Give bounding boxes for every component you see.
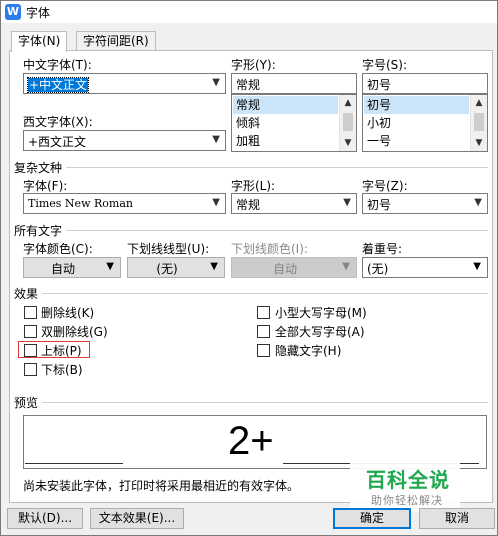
chinese-font-label: 中文字体(T): — [23, 58, 92, 72]
complex-size-combo[interactable]: 初号 ▼ — [362, 193, 488, 214]
font-color-label: 字体颜色(C): — [23, 242, 93, 256]
subscript-label[interactable]: 下标(B) — [41, 361, 83, 378]
emphasis-mark-value: (无) — [367, 262, 389, 276]
dialog-title: 字体 — [26, 6, 51, 20]
dropdown-arrow-icon[interactable]: ▼ — [212, 134, 220, 145]
underline-type-dropdown[interactable]: (无) ▼ — [127, 257, 225, 278]
font-color-dropdown[interactable]: 自动 ▼ — [23, 257, 121, 278]
style-option[interactable]: 常规 — [233, 96, 338, 114]
dropdown-arrow-icon: ▼ — [342, 261, 350, 272]
double-strikethrough-checkbox[interactable] — [24, 325, 37, 338]
size-option[interactable]: 小初 — [364, 114, 391, 132]
font-dialog: W 字体 字体(N) 字符间距(R) 中文字体(T): +中文正文 ▼ 字形(Y… — [0, 0, 498, 536]
complex-font-combo[interactable]: Times New Roman ▼ — [23, 193, 226, 214]
superscript-label[interactable]: 上标(P) — [41, 342, 82, 359]
scroll-down-icon[interactable]: ▼ — [340, 135, 356, 151]
separator — [14, 230, 488, 231]
all-caps-checkbox[interactable] — [257, 325, 270, 338]
tab-font[interactable]: 字体(N) — [11, 31, 68, 52]
effects-section-title: 效果 — [14, 285, 43, 302]
watermark-brand: 百科全说 — [366, 468, 450, 492]
dropdown-arrow-icon[interactable]: ▼ — [106, 261, 114, 272]
size-option[interactable]: 初号 — [364, 96, 469, 114]
all-caps-label[interactable]: 全部大写字母(A) — [275, 323, 365, 340]
dropdown-arrow-icon[interactable]: ▼ — [473, 261, 481, 272]
title-bar: W 字体 — [1, 1, 497, 23]
small-caps-label[interactable]: 小型大写字母(M) — [275, 304, 367, 321]
size-option[interactable]: 一号 — [364, 132, 391, 150]
western-font-combo[interactable]: +西文正文 ▼ — [23, 130, 226, 151]
style-option[interactable]: 加粗 — [233, 132, 260, 150]
size-scrollbar[interactable]: ▲ ▼ — [470, 95, 487, 151]
separator — [14, 293, 488, 294]
dropdown-arrow-icon[interactable]: ▼ — [343, 197, 351, 208]
complex-font-value: Times New Roman — [28, 197, 133, 210]
complex-size-label: 字号(Z): — [362, 179, 408, 193]
scroll-up-icon[interactable]: ▲ — [340, 95, 356, 111]
double-strikethrough-label[interactable]: 双删除线(G) — [41, 323, 108, 340]
style-scrollbar[interactable]: ▲ ▼ — [339, 95, 356, 151]
default-button[interactable]: 默认(D)... — [7, 508, 83, 529]
western-font-label: 西文字体(X): — [23, 115, 93, 129]
scroll-thumb[interactable] — [343, 113, 353, 131]
complex-font-label: 字体(F): — [23, 179, 68, 193]
underline-color-dropdown: 自动 ▼ — [231, 257, 357, 278]
word-app-icon: W — [5, 4, 21, 20]
hidden-text-label[interactable]: 隐藏文字(H) — [275, 342, 341, 359]
preview-section-title: 预览 — [14, 394, 43, 411]
subscript-checkbox[interactable] — [24, 363, 37, 376]
font-not-installed-note: 尚未安装此字体，打印时将采用最相近的有效字体。 — [23, 479, 300, 493]
watermark: 百科全说 助你轻松解决 — [350, 460, 460, 512]
scroll-down-icon[interactable]: ▼ — [471, 135, 487, 151]
emphasis-mark-dropdown[interactable]: (无) ▼ — [362, 257, 488, 278]
complex-script-section-title: 复杂文种 — [14, 159, 67, 176]
all-text-section-title: 所有文字 — [14, 222, 67, 239]
size-listbox[interactable]: 初号 小初 一号 ▲ ▼ — [362, 94, 488, 152]
dropdown-arrow-icon[interactable]: ▼ — [212, 197, 220, 208]
font-color-value: 自动 — [50, 262, 75, 276]
dropdown-arrow-icon[interactable]: ▼ — [210, 261, 218, 272]
superscript-checkbox[interactable] — [24, 344, 37, 357]
size-label: 字号(S): — [362, 58, 408, 72]
size-input[interactable]: 初号 — [362, 73, 488, 94]
complex-style-value: 常规 — [236, 198, 261, 212]
underline-type-label: 下划线线型(U): — [127, 242, 210, 256]
emphasis-mark-label: 着重号: — [362, 242, 403, 256]
scroll-thumb[interactable] — [474, 113, 484, 131]
separator — [14, 402, 488, 403]
ok-button[interactable]: 确定 — [333, 508, 411, 529]
size-value: 初号 — [367, 78, 392, 92]
underline-color-value: 自动 — [272, 262, 297, 276]
style-label: 字形(Y): — [231, 58, 276, 72]
cancel-button[interactable]: 取消 — [419, 508, 495, 529]
complex-style-combo[interactable]: 常规 ▼ — [231, 193, 357, 214]
underline-type-value: (无) — [156, 262, 178, 276]
underline-color-label: 下划线颜色(I): — [231, 242, 308, 256]
complex-size-value: 初号 — [367, 198, 392, 212]
preview-sample-text: 2+ — [228, 419, 274, 463]
style-value: 常规 — [236, 78, 261, 92]
separator — [14, 167, 488, 168]
strikethrough-checkbox[interactable] — [24, 306, 37, 319]
dropdown-arrow-icon[interactable]: ▼ — [474, 197, 482, 208]
tab-character-spacing[interactable]: 字符间距(R) — [76, 31, 156, 51]
style-option[interactable]: 倾斜 — [233, 114, 260, 132]
complex-style-label: 字形(L): — [231, 179, 276, 193]
scroll-up-icon[interactable]: ▲ — [471, 95, 487, 111]
hidden-text-checkbox[interactable] — [257, 344, 270, 357]
font-tab-panel: 中文字体(T): +中文正文 ▼ 字形(Y): 常规 常规 倾斜 加粗 ▲ ▼ … — [9, 50, 493, 512]
dropdown-arrow-icon[interactable]: ▼ — [212, 77, 220, 88]
style-input[interactable]: 常规 — [231, 73, 357, 94]
watermark-tagline: 助你轻松解决 — [371, 494, 443, 507]
western-font-value: +西文正文 — [28, 135, 87, 149]
chinese-font-value: +中文正文 — [26, 77, 90, 93]
text-effects-button[interactable]: 文本效果(E)... — [90, 508, 184, 529]
style-listbox[interactable]: 常规 倾斜 加粗 ▲ ▼ — [231, 94, 357, 152]
chinese-font-combo[interactable]: +中文正文 ▼ — [23, 73, 226, 94]
small-caps-checkbox[interactable] — [257, 306, 270, 319]
strikethrough-label[interactable]: 删除线(K) — [41, 304, 94, 321]
preview-baseline — [25, 463, 123, 464]
